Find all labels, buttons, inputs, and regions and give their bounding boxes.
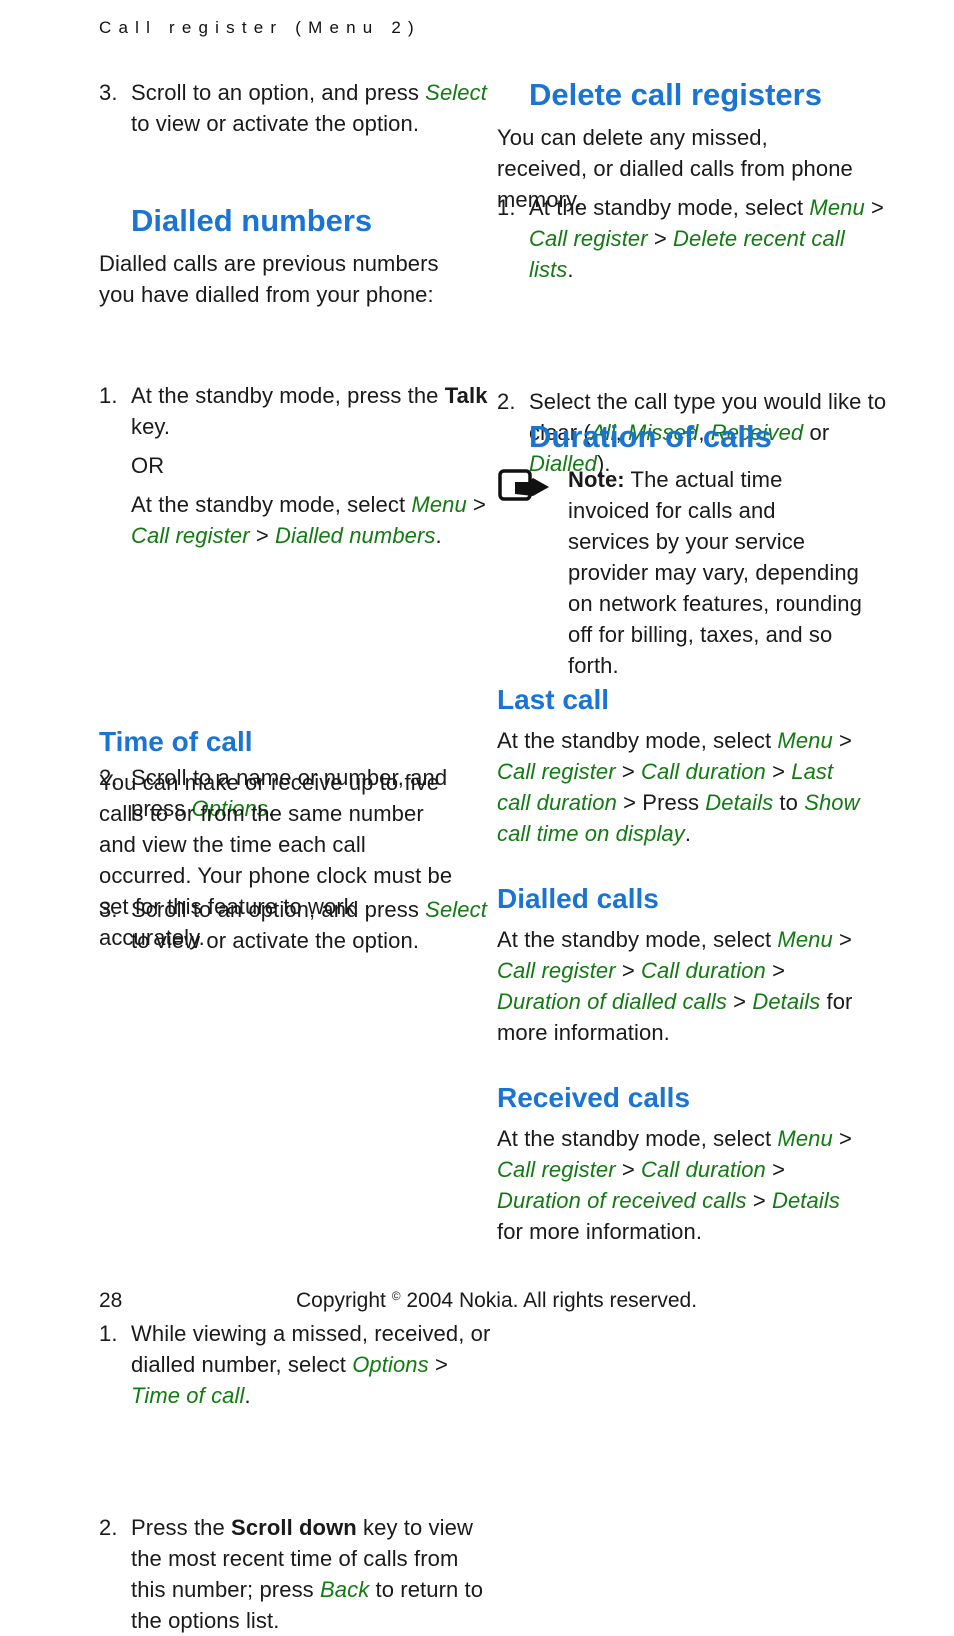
list-number: 2. bbox=[497, 389, 516, 414]
separator: > bbox=[615, 759, 642, 784]
paragraph: At the standby mode, select Menu > Call … bbox=[497, 1123, 862, 1247]
separator: > bbox=[615, 958, 642, 983]
menu-term: Menu bbox=[777, 1126, 833, 1151]
list-number: 1. bbox=[497, 195, 516, 220]
text: . bbox=[435, 523, 442, 548]
menu-term: Details bbox=[771, 1188, 840, 1213]
heading-received-calls: Received calls bbox=[497, 1082, 691, 1113]
alt-instruction: At the standby mode, select Menu > Call … bbox=[131, 489, 496, 551]
paragraph: You can make or receive up to five calls… bbox=[99, 770, 453, 950]
separator: > bbox=[615, 1157, 642, 1182]
heading-time-of-call: Time of call bbox=[99, 726, 253, 757]
menu-term: Back bbox=[319, 1577, 370, 1602]
separator: > bbox=[428, 1352, 448, 1377]
right-column: Delete call registers You can delete any… bbox=[497, 0, 886, 1244]
text: The actual time invoiced for calls and s… bbox=[568, 467, 862, 678]
menu-term: Select bbox=[425, 80, 487, 105]
menu-term: Call register bbox=[529, 226, 648, 251]
heading-duration-of-calls: Duration of calls bbox=[529, 419, 772, 454]
separator: > bbox=[765, 1157, 786, 1182]
text: At the standby mode, select bbox=[497, 728, 778, 753]
note-text: Note: The actual time invoiced for calls… bbox=[568, 464, 863, 681]
heading-last-call: Last call bbox=[497, 684, 610, 715]
copyright: Copyright © 2004 Nokia. All rights reser… bbox=[296, 1289, 697, 1313]
menu-term: Call register bbox=[497, 759, 616, 784]
separator: > bbox=[832, 728, 853, 753]
menu-term: Details bbox=[705, 790, 774, 815]
heading-dialled-numbers: Dialled numbers bbox=[131, 203, 373, 238]
key-name: Scroll down bbox=[231, 1515, 357, 1540]
separator: > bbox=[746, 1188, 772, 1213]
text: Copyright bbox=[296, 1289, 392, 1312]
menu-term: Dialled numbers bbox=[275, 523, 436, 548]
or-text: OR bbox=[131, 453, 165, 478]
text: At the standby mode, select bbox=[529, 195, 810, 220]
separator: > bbox=[832, 1126, 853, 1151]
text: At the standby mode, select bbox=[497, 927, 778, 952]
text: At the standby mode, select bbox=[131, 492, 412, 517]
separator: > Press bbox=[616, 790, 706, 815]
separator: > bbox=[864, 195, 885, 220]
text: . bbox=[244, 1383, 251, 1408]
heading-delete-call-registers: Delete call registers bbox=[529, 77, 822, 112]
menu-term: Options bbox=[352, 1352, 429, 1377]
menu-term: Menu bbox=[777, 927, 833, 952]
list-number: 3. bbox=[99, 80, 118, 105]
menu-term: Menu bbox=[411, 492, 467, 517]
separator: > bbox=[249, 523, 276, 548]
menu-term: Call register bbox=[131, 523, 250, 548]
text: 2004 Nokia. All rights reserved. bbox=[400, 1289, 698, 1312]
separator: > bbox=[765, 759, 792, 784]
note-icon bbox=[498, 469, 549, 501]
menu-term: Call duration bbox=[641, 759, 766, 784]
list-number: 1. bbox=[99, 383, 118, 408]
paragraph: Dialled calls are previous numbers you h… bbox=[99, 251, 439, 307]
separator: > bbox=[647, 226, 674, 251]
menu-term: Duration of received calls bbox=[497, 1188, 747, 1213]
list-item: 1. While viewing a missed, received, or … bbox=[99, 1318, 496, 1411]
paragraph: At the standby mode, select Menu > Call … bbox=[497, 924, 862, 1048]
separator: > bbox=[832, 927, 853, 952]
menu-term: Menu bbox=[777, 728, 833, 753]
text: . bbox=[684, 821, 692, 846]
heading-dialled-calls: Dialled calls bbox=[497, 883, 659, 914]
left-column: 3. Scroll to an option, and press Select… bbox=[99, 0, 490, 1633]
text: At the standby mode, press the bbox=[131, 383, 445, 408]
paragraph: At the standby mode, select Menu > Call … bbox=[497, 725, 862, 849]
menu-term: Details bbox=[752, 989, 821, 1014]
page-number: 28 bbox=[99, 1289, 123, 1312]
text: At the standby mode, select bbox=[497, 1126, 778, 1151]
menu-term: Call duration bbox=[641, 958, 766, 983]
list-number: 2. bbox=[99, 1515, 118, 1540]
text: to view or activate the option. bbox=[131, 111, 420, 136]
menu-term: Call register bbox=[497, 958, 616, 983]
separator: to bbox=[773, 790, 805, 815]
list-item: 1. At the standby mode, select Menu > Ca… bbox=[497, 192, 894, 285]
separator: > bbox=[726, 989, 753, 1014]
list-item: 1. At the standby mode, press the Talk k… bbox=[99, 380, 496, 551]
menu-term: Call duration bbox=[641, 1157, 766, 1182]
list-item: 3. Scroll to an option, and press Select… bbox=[99, 77, 496, 139]
key-name: Talk bbox=[444, 383, 488, 408]
menu-term: Time of call bbox=[131, 1383, 245, 1408]
list-number: 1. bbox=[99, 1321, 118, 1346]
separator: > bbox=[466, 492, 487, 517]
menu-term: Menu bbox=[809, 195, 865, 220]
menu-term: Call register bbox=[497, 1157, 616, 1182]
text: Scroll to an option, and press bbox=[131, 80, 426, 105]
text: key. bbox=[131, 414, 171, 439]
text: for more information. bbox=[497, 1219, 703, 1244]
text: . bbox=[567, 257, 574, 282]
text: Press the bbox=[131, 1515, 232, 1540]
copyright-symbol: © bbox=[391, 1289, 401, 1303]
list-item: 2. Press the Scroll down key to view the… bbox=[99, 1512, 496, 1636]
note: Note: The actual time invoiced for calls… bbox=[497, 464, 862, 681]
menu-term: Duration of dialled calls bbox=[497, 989, 727, 1014]
separator: > bbox=[765, 958, 786, 983]
note-label: Note: bbox=[568, 467, 625, 492]
